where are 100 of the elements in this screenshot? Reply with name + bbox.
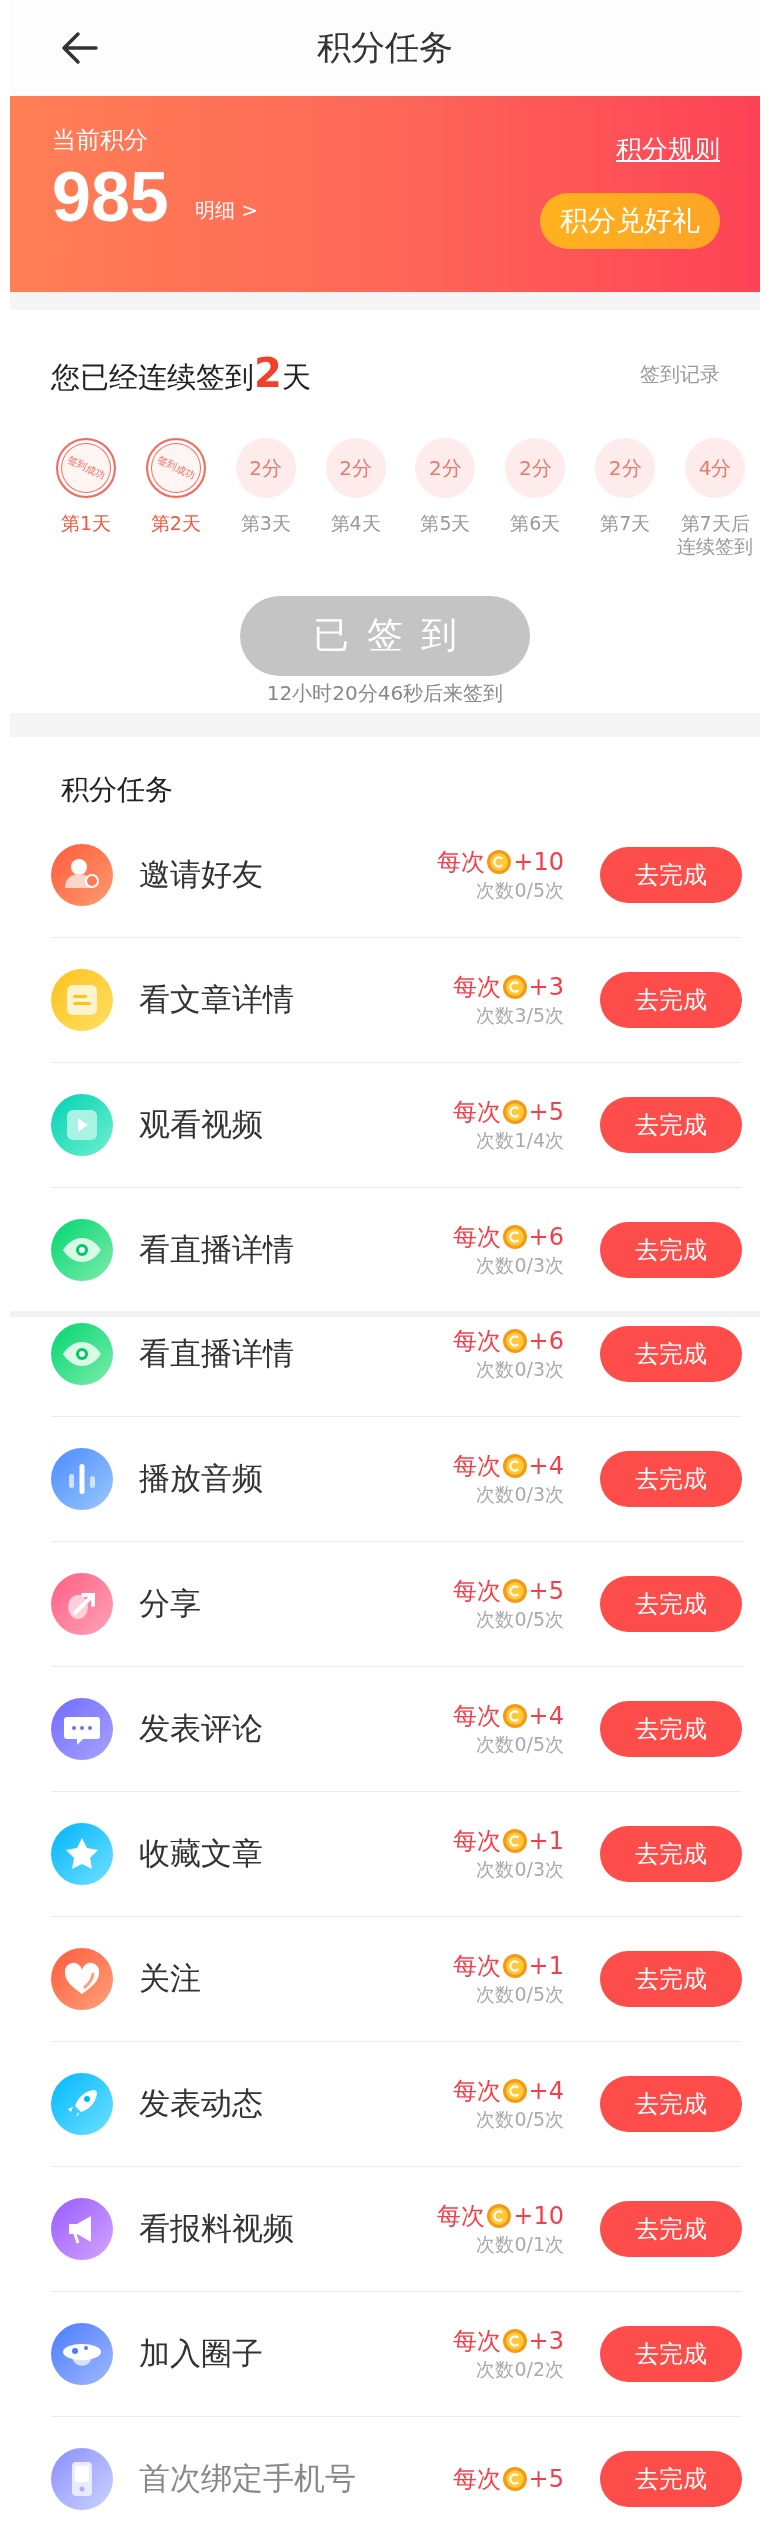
reward-points: +1	[528, 1951, 564, 1980]
day-label: 第6天	[509, 512, 562, 535]
planet-icon	[51, 2322, 113, 2385]
phone-icon	[51, 2447, 113, 2510]
day-label: 第7天	[599, 512, 652, 535]
coin-icon	[502, 2328, 527, 2353]
points-label: 当前积分	[52, 125, 149, 156]
coin-icon	[502, 974, 527, 999]
task-name: 收藏文章	[139, 1833, 264, 1873]
article-icon	[51, 968, 113, 1031]
complete-button[interactable]: 去完成	[600, 2075, 742, 2132]
coin-icon	[502, 1953, 527, 1978]
reward-label: 每次	[452, 1221, 501, 1253]
record-link[interactable]: 签到记录	[640, 360, 720, 388]
complete-button[interactable]: 去完成	[600, 1575, 742, 1632]
task-name: 看直播详情	[139, 1333, 295, 1373]
task-name: 看直播详情	[139, 1229, 295, 1269]
task-name: 邀请好友	[139, 854, 264, 894]
task-name: 看报料视频	[139, 2208, 295, 2248]
checkin-button[interactable]: 已签到	[240, 595, 530, 676]
reward-points: +4	[528, 1451, 564, 1480]
redeem-button[interactable]: 积分兑好礼	[540, 193, 720, 249]
section-title: 积分任务	[61, 771, 174, 808]
task-count: 次数0/5次	[476, 1731, 564, 1757]
task-count: 次数0/1次	[476, 2231, 564, 2257]
reward-points: +3	[528, 972, 564, 1001]
reward-label: 每次	[437, 2200, 486, 2232]
task-count: 次数1/4次	[476, 1127, 564, 1153]
countdown-text: 12小时20分46秒后来签到	[266, 679, 504, 707]
points-value: 985	[52, 162, 169, 232]
task-count: 次数0/3次	[476, 1481, 564, 1507]
day-label: 第5天	[419, 512, 472, 535]
reward-label: 每次	[452, 2325, 501, 2357]
reward-points: +5	[528, 1097, 564, 1126]
reward-points: +4	[528, 2076, 564, 2105]
share-icon	[51, 1572, 113, 1635]
reward-label: 每次	[452, 2075, 501, 2107]
task-name: 看文章详情	[139, 979, 295, 1019]
megaphone-icon	[51, 2197, 113, 2260]
task-count: 次数0/2次	[476, 2356, 564, 2382]
reward-label: 每次	[452, 1096, 501, 1128]
reward-label: 每次	[452, 1450, 501, 1482]
reward-points: +4	[528, 1701, 564, 1730]
eye-icon	[51, 1322, 113, 1385]
reward-label: 每次	[452, 1700, 501, 1732]
audio-icon	[51, 1447, 113, 1510]
coin-icon	[502, 1099, 527, 1124]
coin-icon	[487, 2203, 512, 2228]
complete-button[interactable]: 去完成	[600, 1825, 742, 1882]
day-points: 2分	[415, 438, 476, 498]
complete-button[interactable]: 去完成	[600, 1096, 742, 1153]
signed-stamp: 签到成功	[145, 438, 206, 498]
coin-icon	[502, 1453, 527, 1478]
reward-points: +10	[513, 2201, 564, 2230]
task-name: 观看视频	[139, 1104, 264, 1144]
task-count: 次数0/5次	[476, 877, 564, 903]
reward-points: +3	[528, 2326, 564, 2355]
complete-button[interactable]: 去完成	[600, 1221, 742, 1278]
day-points: 2分	[235, 438, 296, 498]
task-count: 次数0/3次	[476, 1252, 564, 1278]
complete-button[interactable]: 去完成	[600, 1950, 742, 2007]
day-points: 2分	[505, 438, 566, 498]
complete-button[interactable]: 去完成	[600, 1450, 742, 1507]
reward-label: 每次	[452, 1950, 501, 1982]
reward-label: 每次	[452, 1575, 501, 1607]
complete-button[interactable]: 去完成	[600, 2200, 742, 2257]
day-points: 4分	[685, 438, 746, 498]
rules-link[interactable]: 积分规则	[616, 132, 720, 167]
task-count: 次数0/3次	[476, 1356, 564, 1382]
task-name: 关注	[139, 1958, 202, 1998]
task-count: 次数0/3次	[476, 1856, 564, 1882]
reward-points: +5	[528, 2464, 564, 2493]
streak-headline: 您已经连续签到2天	[51, 350, 311, 398]
complete-button[interactable]: 去完成	[600, 1325, 742, 1382]
day-points: 2分	[595, 438, 656, 498]
reward-label: 每次	[452, 2463, 501, 2495]
detail-link[interactable]: 明细 >	[194, 197, 258, 224]
task-name: 发表评论	[139, 1708, 264, 1748]
complete-button[interactable]: 去完成	[600, 1700, 742, 1757]
task-count: 次数0/5次	[476, 1981, 564, 2007]
signed-stamp: 签到成功	[55, 438, 116, 498]
reward-points: +10	[513, 847, 564, 876]
reward-points: +6	[528, 1222, 564, 1251]
task-name: 分享	[139, 1583, 202, 1623]
coin-icon	[502, 2466, 527, 2491]
complete-button[interactable]: 去完成	[600, 846, 742, 903]
page-title: 积分任务	[317, 26, 453, 69]
coin-icon	[502, 2078, 527, 2103]
complete-button[interactable]: 去完成	[600, 2450, 742, 2507]
comment-icon	[51, 1697, 113, 1760]
day-label: 第2天	[149, 512, 202, 535]
video-icon	[51, 1093, 113, 1156]
eye-icon	[51, 1218, 113, 1281]
day-label: 第7天后连续签到	[676, 512, 755, 558]
complete-button[interactable]: 去完成	[600, 971, 742, 1028]
task-name: 发表动态	[139, 2083, 264, 2123]
reward-points: +6	[528, 1326, 564, 1355]
complete-button[interactable]: 去完成	[600, 2325, 742, 2382]
task-name: 播放音频	[139, 1458, 264, 1498]
task-count: 次数3/5次	[476, 1002, 564, 1028]
